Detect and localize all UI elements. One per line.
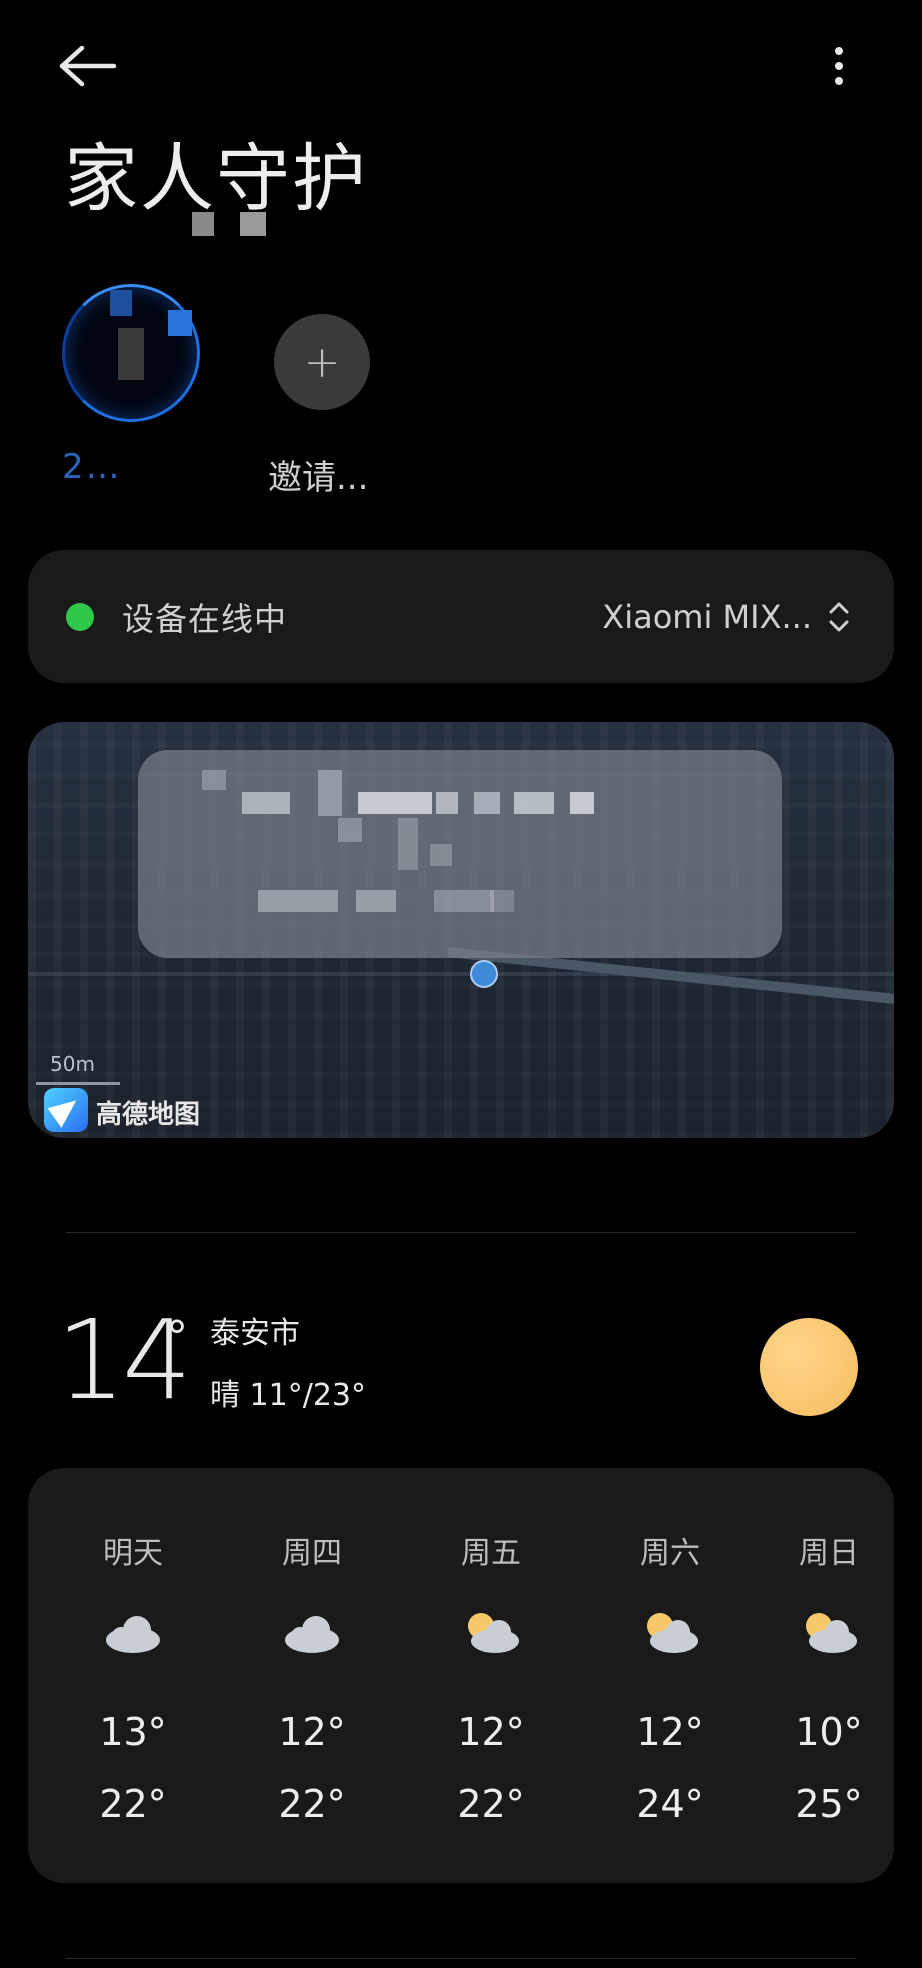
forecast-day-label: 周六 <box>640 1536 700 1571</box>
more-options-button[interactable] <box>815 36 863 96</box>
device-status-card: 设备在线中 Xiaomi MIX... <box>28 550 894 683</box>
online-status-dot <box>66 602 94 631</box>
invite-button[interactable]: + <box>274 314 370 410</box>
plus-icon: + <box>303 336 341 388</box>
device-status-text: 设备在线中 <box>122 599 288 638</box>
member-name: 2… <box>62 447 122 487</box>
degree-symbol: ° <box>166 1312 188 1363</box>
forecast-high: 25° <box>795 1782 863 1826</box>
forecast-low: 13° <box>99 1710 167 1754</box>
forecast-day-label: 周日 <box>799 1536 859 1571</box>
section-divider <box>66 1232 856 1233</box>
forecast-day-label: 周四 <box>282 1536 342 1571</box>
location-map[interactable]: 50m 高德地图 <box>28 722 894 1138</box>
cloud-icon <box>285 1616 339 1653</box>
device-selector[interactable]: Xiaomi MIX... <box>602 550 850 683</box>
forecast-low: 10° <box>795 1710 863 1754</box>
partly-cloudy-icon <box>806 1613 857 1653</box>
map-scale-bar <box>36 1082 120 1085</box>
sunny-icon <box>760 1318 858 1416</box>
section-divider <box>66 1958 856 1959</box>
invite-label: 邀请... <box>268 458 369 498</box>
amap-logo-icon <box>44 1088 88 1132</box>
pixelated-redaction <box>192 212 214 236</box>
forecast-low: 12° <box>636 1710 704 1754</box>
forecast-day-label: 明天 <box>103 1536 163 1571</box>
back-button[interactable] <box>58 36 130 96</box>
device-name: Xiaomi MIX... <box>602 597 812 636</box>
location-marker <box>470 960 498 988</box>
address-bubble <box>138 750 782 958</box>
cloud-icon <box>106 1616 160 1653</box>
chevron-up-down-icon <box>829 602 849 631</box>
page-title: 家人守护 <box>64 136 368 222</box>
forecast-day-label: 周五 <box>461 1536 521 1571</box>
forecast-low: 12° <box>278 1710 346 1754</box>
more-vertical-icon <box>835 47 843 85</box>
map-provider: 高德地图 <box>96 1100 201 1130</box>
forecast-high: 22° <box>99 1782 167 1826</box>
weather-condition-range: 晴 11°/23° <box>210 1378 366 1413</box>
forecast-high: 24° <box>636 1782 704 1826</box>
weather-city: 泰安市 <box>210 1316 300 1351</box>
forecast-card[interactable]: 明天 13° 22° 周四 12° 22° 周五 12° 22° 周六 12° … <box>28 1468 894 1883</box>
forecast-high: 22° <box>278 1782 346 1826</box>
partly-cloudy-icon <box>647 1613 698 1653</box>
back-arrow-icon <box>59 45 117 87</box>
pixelated-redaction <box>240 212 266 236</box>
forecast-high: 22° <box>457 1782 525 1826</box>
map-scale-label: 50m <box>50 1052 95 1076</box>
member-avatar-button[interactable] <box>62 284 202 424</box>
partly-cloudy-icon <box>468 1613 519 1653</box>
forecast-low: 12° <box>457 1710 525 1754</box>
